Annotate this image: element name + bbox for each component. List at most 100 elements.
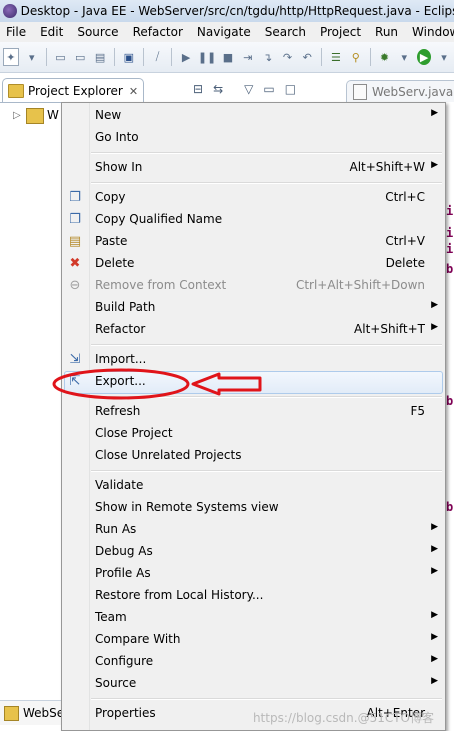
main-toolbar: ✦ ▾ ▭ ▭ ▤ ▣ ⧸ ▶ ❚❚ ■ ⇥ ↴ ↷ ↶ ☰ ⚲ ✹ ▾ ▶ ▾ [0,42,454,73]
dropdown-arrow-icon[interactable]: ▾ [437,49,451,65]
menu-item-copy-qualified-name[interactable]: ❐ Copy Qualified Name [62,209,445,231]
menu-item-new[interactable]: New ▶ [62,105,445,127]
bottom-view-tab[interactable]: WebSe [0,700,70,725]
menu-item-debug-as[interactable]: Debug As ▶ [62,541,445,563]
menu-item-compare-with[interactable]: Compare With ▶ [62,629,445,651]
collapse-all-icon[interactable]: ⊟ [193,82,203,96]
submenu-arrow-icon: ▶ [431,544,438,554]
menu-item-label: Close Project [95,426,173,440]
print-icon[interactable]: ▤ [93,49,107,65]
menu-edit[interactable]: Edit [34,25,71,39]
close-view-icon[interactable]: ✕ [129,85,138,98]
step-into-icon[interactable]: ↴ [261,49,275,65]
view-menu-icon[interactable]: ▽ [244,82,253,96]
menu-item-label: Run As [95,522,137,536]
search-icon[interactable]: ⚲ [349,49,363,65]
open-perspective-icon[interactable]: ☰ [329,49,343,65]
view-toolbar: ⊟ ⇆ ▽ ▭ □ [188,82,301,96]
menu-item-paste[interactable]: ▤ Paste Ctrl+V [62,231,445,253]
editor-tab[interactable]: WebServ.java [346,80,454,103]
bottom-tab-icon [4,705,19,721]
save-all-icon[interactable]: ▭ [73,49,87,65]
project-explorer-icon [8,84,24,98]
title-bar: Desktop - Java EE - WebServer/src/cn/tgd… [0,0,454,23]
menu-item-profile-as[interactable]: Profile As ▶ [62,563,445,585]
menu-item-label: Profile As [95,566,151,580]
menu-source[interactable]: Source [71,25,126,39]
watermark: https://blog.csdn.@51CTO博客 [252,711,434,725]
menu-item-shortcut: Delete [385,256,425,270]
submenu-arrow-icon: ▶ [431,632,438,642]
new-wizard-icon[interactable]: ✦ [3,48,19,66]
menu-item-label: Build Path [95,300,156,314]
disconnect-icon[interactable]: ⇥ [241,49,255,65]
skip-breakpoints-icon[interactable]: ⧸ [151,49,165,65]
toolbar-separator [321,48,323,66]
menu-item-restore-from-local-history[interactable]: Restore from Local History... [62,585,445,607]
dropdown-arrow-icon[interactable]: ▾ [25,49,39,65]
run-icon[interactable]: ▶ [417,49,432,65]
menu-item-team[interactable]: Team ▶ [62,607,445,629]
menu-item-import[interactable]: ⇲ Import... [62,349,445,371]
java-file-icon [353,84,367,100]
project-folder-icon [26,108,44,124]
menu-item-label: Import... [95,352,147,366]
menu-project[interactable]: Project [314,25,369,39]
menu-item-refactor[interactable]: Refactor Alt+Shift+T ▶ [62,319,445,341]
submenu-arrow-icon: ▶ [431,676,438,686]
menu-item-refresh[interactable]: Refresh F5 [62,401,445,423]
dropdown-arrow-icon[interactable]: ▾ [397,49,411,65]
terminate-icon[interactable]: ■ [221,49,235,65]
menu-item-label: Go Into [95,130,139,144]
menu-item-copy[interactable]: ❐ Copy Ctrl+C [62,187,445,209]
menu-item-label: Paste [95,234,128,248]
resume-icon[interactable]: ▶ [179,49,193,65]
eclipse-app-icon [3,4,17,18]
suspend-icon[interactable]: ❚❚ [198,49,216,65]
step-over-icon[interactable]: ↷ [281,49,295,65]
menu-item-shortcut: Alt+Shift+W [349,160,426,174]
menu-item-show-in-remote-systems-view[interactable]: Show in Remote Systems view [62,497,445,519]
menu-item-show-in[interactable]: Show In Alt+Shift+W ▶ [62,157,445,179]
menu-item-close-project[interactable]: Close Project [62,423,445,445]
menu-item-go-into[interactable]: Go Into [62,127,445,149]
project-explorer-tab[interactable]: Project Explorer ✕ [2,78,144,103]
menu-item-close-unrelated-projects[interactable]: Close Unrelated Projects [62,445,445,467]
tree-expand-icon[interactable]: ▷ [13,110,21,121]
debug-icon[interactable]: ✹ [378,49,392,65]
maximize-icon[interactable]: □ [285,82,296,96]
step-return-icon[interactable]: ↶ [300,49,314,65]
bottom-tab-label: WebSe [23,706,65,720]
menu-item-run-as[interactable]: Run As ▶ [62,519,445,541]
menu-item-label: Configure [95,654,154,668]
menu-item-build-path[interactable]: Build Path ▶ [62,297,445,319]
menu-item-configure[interactable]: Configure ▶ [62,651,445,673]
menu-item-export[interactable]: ⇱ Export... [62,371,445,394]
save-icon[interactable]: ▭ [54,49,68,65]
menu-run[interactable]: Run [369,25,406,39]
menu-item-label: Remove from Context [95,278,227,292]
menu-navigate[interactable]: Navigate [191,25,259,39]
console-icon[interactable]: ▣ [122,49,136,65]
link-with-editor-icon[interactable]: ⇆ [213,82,223,96]
menu-item-label: Copy Qualified Name [95,212,223,226]
menu-window[interactable]: Window [406,25,454,39]
submenu-arrow-icon: ▶ [431,610,438,620]
menu-file[interactable]: File [0,25,34,39]
menu-refactor[interactable]: Refactor [127,25,191,39]
submenu-arrow-icon: ▶ [431,322,438,332]
menu-separator [91,698,442,700]
toolbar-separator [114,48,115,66]
menu-item-shortcut: Ctrl+Alt+Shift+Down [295,278,425,292]
menu-item-source[interactable]: Source ▶ [62,673,445,695]
submenu-arrow-icon: ▶ [431,300,438,310]
menu-item-validate[interactable]: Validate [62,475,445,497]
submenu-arrow-icon: ▶ [431,108,438,118]
submenu-arrow-icon: ▶ [431,522,438,532]
menu-item-label: Source [95,676,137,690]
tree-item-project[interactable]: W [47,108,59,122]
menu-search[interactable]: Search [259,25,314,39]
menu-item-delete[interactable]: ✖ Delete Delete [62,253,445,275]
menu-separator [91,344,442,346]
minimize-icon[interactable]: ▭ [263,82,274,96]
